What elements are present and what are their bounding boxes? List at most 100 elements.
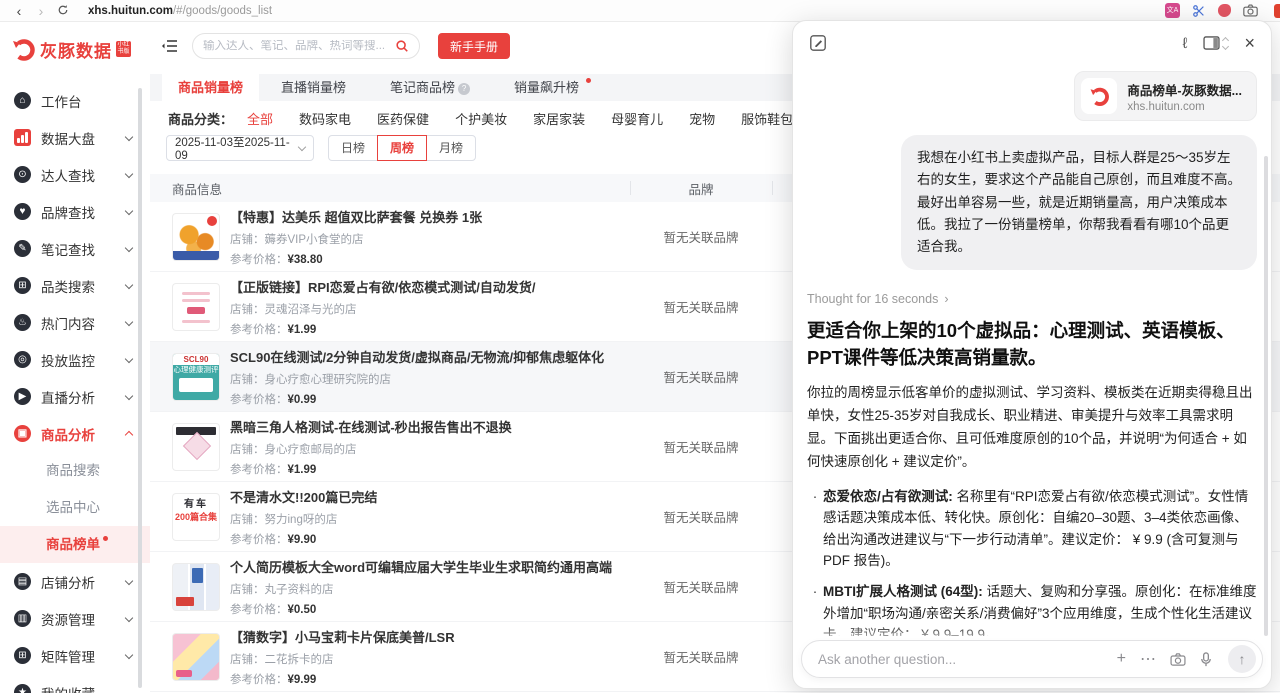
- bullet-item: ·MBTI扩展人格测试 (64型): 话题大、复购和分享强。原创化：在标准维度外…: [807, 581, 1259, 636]
- chevron-down-icon: [125, 133, 133, 141]
- camera-icon[interactable]: [1170, 653, 1186, 666]
- app-logo[interactable]: 灰豚数据 小红书版: [0, 22, 150, 76]
- brand-cell: 暂无关联品牌: [630, 227, 772, 246]
- product-thumbnail: [172, 283, 220, 331]
- site-context-card[interactable]: 商品榜单-灰豚数据... xhs.huitun.com: [1074, 71, 1257, 121]
- tab-sales-surge-ranking[interactable]: 销量飙升榜: [492, 74, 601, 101]
- submenu-item-product-search[interactable]: 商品搜索: [0, 452, 150, 489]
- more-options-icon[interactable]: ⋯: [1140, 649, 1156, 669]
- search-icon[interactable]: [395, 39, 409, 53]
- chevron-down-icon: [125, 355, 133, 363]
- assistant-bullet-list: ·恋爱依恋/占有欲测试: 名称里有“RPI恋爱占有欲/依恋模式测试”。女性情感话…: [807, 486, 1259, 636]
- search-input[interactable]: [203, 40, 389, 52]
- sidebar-item-favorites[interactable]: ★我的收藏: [0, 674, 150, 693]
- brand-cell: 暂无关联品牌: [630, 507, 772, 526]
- huitun-logo-icon: [1088, 85, 1110, 107]
- note-icon: ✎: [14, 240, 31, 257]
- product-thumbnail: SCL90 心理健康测评: [172, 353, 220, 401]
- scissors-icon[interactable]: [1192, 4, 1206, 18]
- app-logo-text: 灰豚数据: [40, 37, 112, 62]
- sidebar-item-resource-management[interactable]: ▥资源管理: [0, 600, 150, 637]
- sidebar-item-hot-content[interactable]: ♨热门内容: [0, 304, 150, 341]
- sidebar-item-influencer-search[interactable]: ⊙达人查找: [0, 156, 150, 193]
- product-thumbnail: [172, 563, 220, 611]
- sidebar-item-data-dashboard[interactable]: 数据大盘: [0, 119, 150, 156]
- site-card-url: xhs.huitun.com: [1127, 101, 1242, 113]
- period-daily[interactable]: 日榜: [328, 135, 378, 161]
- play-icon: ▶: [14, 388, 31, 405]
- help-icon[interactable]: ?: [458, 83, 470, 95]
- brand-cell: 暂无关联品牌: [630, 647, 772, 666]
- category-digital[interactable]: 数码家电: [299, 109, 351, 128]
- chat-input-bar: + ⋯ ↑: [801, 640, 1263, 678]
- send-button[interactable]: ↑: [1228, 645, 1256, 673]
- sidebar-layout-icon[interactable]: [1203, 36, 1228, 50]
- period-monthly[interactable]: 月榜: [426, 135, 476, 161]
- product-icon: ▣: [14, 425, 31, 442]
- chevron-down-icon: [125, 318, 133, 326]
- column-divider: [630, 181, 631, 195]
- chevron-down-icon: [125, 281, 133, 289]
- user-message: 我想在小红书上卖虚拟产品，目标人群是25～35岁左右的女生，要求这个产品能自己原…: [901, 135, 1257, 270]
- clipped-toolbar-icon[interactable]: [1274, 4, 1280, 18]
- sidebar-item-shop-analysis[interactable]: ▤店铺分析: [0, 563, 150, 600]
- camera-icon[interactable]: [1243, 4, 1258, 17]
- submenu-item-product-ranking[interactable]: 商品榜单: [0, 526, 150, 563]
- chevron-down-icon: [125, 651, 133, 659]
- extension-dot-icon[interactable]: [1218, 4, 1231, 17]
- submenu-item-selection-center[interactable]: 选品中心: [0, 489, 150, 526]
- brand-cell: 暂无关联品牌: [630, 437, 772, 456]
- chat-input[interactable]: [818, 652, 1117, 667]
- user-search-icon: ⊙: [14, 166, 31, 183]
- category-baby[interactable]: 母婴育儿: [611, 109, 663, 128]
- back-icon[interactable]: ‹: [8, 3, 30, 19]
- sidebar-item-ad-monitor[interactable]: ◎投放监控: [0, 341, 150, 378]
- sidebar-item-category-search[interactable]: ⊞品类搜索: [0, 267, 150, 304]
- category-health[interactable]: 医药保健: [377, 109, 429, 128]
- sidebar-item-brand-search[interactable]: ♥品牌查找: [0, 193, 150, 230]
- shop-icon: ▤: [14, 573, 31, 590]
- chevron-down-icon: [125, 244, 133, 252]
- chevron-down-icon: [125, 170, 133, 178]
- close-icon[interactable]: ×: [1244, 34, 1255, 52]
- sidebar-scrollbar[interactable]: [138, 88, 142, 688]
- site-logo: [1081, 78, 1117, 114]
- chat-scrollbar[interactable]: [1264, 156, 1268, 636]
- category-pets[interactable]: 宠物: [689, 109, 715, 128]
- category-home[interactable]: 家居家装: [533, 109, 585, 128]
- sidebar: 灰豚数据 小红书版 ⌂工作台 数据大盘 ⊙达人查找 ♥品牌查找 ✎笔记查找 ⊞品…: [0, 22, 150, 693]
- collapse-sidebar-icon[interactable]: [160, 36, 180, 56]
- tab-live-sales-ranking[interactable]: 直播销量榜: [259, 74, 368, 101]
- sidebar-item-workbench[interactable]: ⌂工作台: [0, 82, 150, 119]
- category-apparel[interactable]: 服饰鞋包: [741, 109, 793, 128]
- chevron-down-icon: [125, 614, 133, 622]
- microphone-icon[interactable]: [1200, 652, 1212, 667]
- translate-icon[interactable]: 文A: [1165, 3, 1180, 18]
- address-bar[interactable]: xhs.huitun.com/#/goods/goods_list: [88, 5, 272, 17]
- sidebar-item-live-analysis[interactable]: ▶直播分析: [0, 378, 150, 415]
- screen: ‹ › xhs.huitun.com/#/goods/goods_list 文A…: [0, 0, 1280, 693]
- pen-icon[interactable]: ℓ: [1183, 35, 1188, 52]
- new-chat-icon[interactable]: [809, 34, 827, 52]
- column-divider: [772, 181, 773, 195]
- tab-product-sales-ranking[interactable]: 商品销量榜: [162, 74, 259, 101]
- beginner-manual-button[interactable]: 新手手册: [438, 33, 510, 59]
- product-thumbnail: [172, 213, 220, 261]
- brand-cell: 暂无关联品牌: [630, 367, 772, 386]
- attach-plus-icon[interactable]: +: [1117, 650, 1126, 668]
- product-thumbnail: [172, 633, 220, 681]
- category-all[interactable]: 全部: [247, 109, 273, 128]
- flame-icon: ♨: [14, 314, 31, 331]
- matrix-icon: ⊞: [14, 647, 31, 664]
- thought-toggle[interactable]: Thought for 16 seconds›: [807, 292, 1259, 306]
- period-weekly[interactable]: 周榜: [377, 135, 427, 161]
- sidebar-item-note-search[interactable]: ✎笔记查找: [0, 230, 150, 267]
- tab-note-product-ranking[interactable]: 笔记商品榜?: [368, 74, 492, 101]
- chevron-up-icon: [125, 431, 133, 439]
- date-range-select[interactable]: 2025-11-03至2025-11-09: [166, 135, 314, 161]
- sidebar-item-matrix-management[interactable]: ⊞矩阵管理: [0, 637, 150, 674]
- forward-icon[interactable]: ›: [30, 3, 52, 19]
- sidebar-item-product-analysis[interactable]: ▣商品分析: [0, 415, 150, 452]
- category-beauty[interactable]: 个护美妆: [455, 109, 507, 128]
- reload-icon[interactable]: [52, 3, 74, 19]
